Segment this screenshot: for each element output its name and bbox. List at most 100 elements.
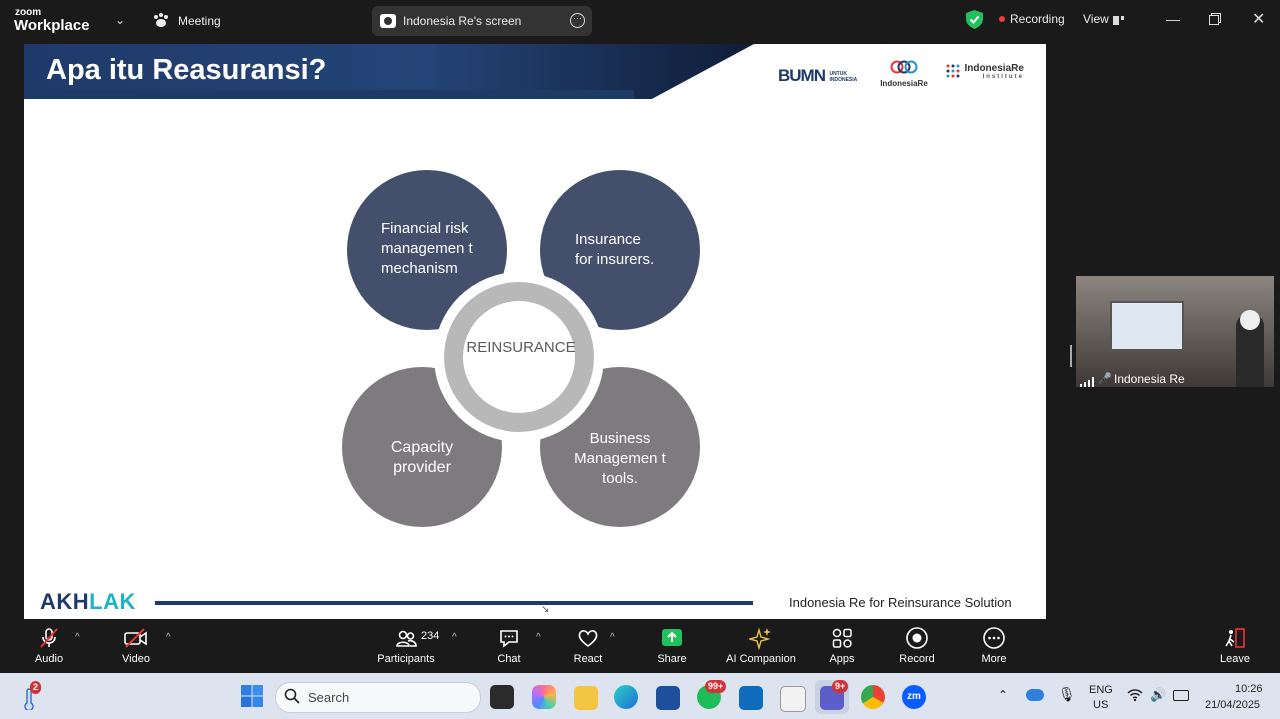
restore-icon[interactable] [1209, 12, 1221, 25]
outlook-icon[interactable] [739, 686, 763, 710]
audio-label: Audio [34, 653, 64, 665]
close-icon[interactable]: ✕ [1252, 9, 1265, 29]
zoom-logo-workplace: Workplace [14, 17, 90, 34]
meeting-toolbar: Audio ^ Video ^ Participants 234 ^ Chat … [0, 620, 1280, 673]
microsoft-store-icon[interactable] [656, 686, 680, 710]
footer-rule [155, 601, 753, 605]
recording-dot-icon [999, 16, 1005, 22]
video-room-screen [1110, 301, 1184, 351]
institute-logo: IndonesiaRe Institute [946, 64, 1024, 82]
react-options-caret-icon[interactable]: ^ [610, 632, 615, 643]
onedrive-icon[interactable] [1026, 689, 1044, 701]
share-screen-icon [650, 626, 694, 652]
heart-icon [566, 626, 610, 652]
bumn-logo: BUMN UNTUK INDONESIA [778, 66, 857, 86]
record-icon [895, 626, 939, 652]
chat-button[interactable]: Chat [489, 626, 529, 665]
apps-label: Apps [829, 653, 855, 665]
meeting-label[interactable]: Meeting [178, 14, 221, 28]
participants-options-caret-icon[interactable]: ^ [452, 632, 457, 643]
meeting-paw-icon [152, 12, 170, 28]
screen-share-icon [380, 14, 396, 28]
audio-options-caret-icon[interactable]: ^ [75, 632, 80, 643]
screen-share-pill[interactable]: Indonesia Re's screen ··· [372, 6, 592, 36]
chevron-down-icon[interactable]: ⌄ [115, 13, 125, 27]
edge-browser-icon[interactable] [614, 685, 638, 709]
chrome-icon[interactable] [861, 685, 885, 709]
whatsapp-icon[interactable]: 99+ [697, 680, 727, 709]
record-label: Record [899, 653, 935, 665]
view-label[interactable]: View [1083, 12, 1109, 26]
task-view-icon[interactable] [490, 685, 514, 709]
petal-capacity-text: Capacity provider [390, 439, 454, 476]
indonesiare-logo-text: IndonesiaRe [880, 79, 928, 88]
chat-label: Chat [497, 653, 521, 665]
notification-count: 2 [30, 681, 42, 694]
participants-count: 234 [421, 630, 440, 642]
elo-app-icon[interactable] [780, 686, 806, 712]
microphone-tray-icon[interactable]: 🎙 [1058, 686, 1076, 703]
taskbar-search-box[interactable]: Search [275, 682, 481, 713]
sparkle-icon [720, 626, 802, 652]
view-layout-icon[interactable] [1113, 13, 1124, 25]
slide-header-underline [24, 90, 634, 99]
security-shield-icon[interactable] [966, 10, 983, 29]
video-label: Video [122, 653, 150, 665]
search-icon [284, 688, 300, 709]
petal-insurance-text: Insurance for insurers. [575, 231, 655, 268]
file-explorer-icon[interactable] [574, 686, 598, 710]
recording-label[interactable]: Recording [1010, 12, 1065, 26]
record-button[interactable]: Record [895, 626, 939, 665]
share-label: Share [657, 653, 687, 665]
wifi-icon[interactable] [1127, 688, 1143, 705]
share-button[interactable]: Share [650, 626, 694, 665]
windows-start-icon[interactable] [240, 684, 264, 708]
tray-overflow-chevron-icon[interactable]: ⌃ [998, 688, 1008, 702]
institute-logo-sub: Institute [982, 74, 1024, 80]
video-button[interactable]: Video [112, 626, 160, 665]
petal-financial-risk-text: Financial risk managemen t mechanism [381, 220, 473, 277]
clock-time[interactable]: 10:26 [1235, 683, 1263, 695]
institute-logo-text: IndonesiaRe [964, 63, 1024, 74]
notification-bell[interactable]: 2 [20, 681, 42, 711]
leave-button[interactable]: Leave [1215, 626, 1255, 665]
screen-share-label: Indonesia Re's screen [403, 14, 522, 28]
participant-video-tile[interactable] [1076, 276, 1274, 387]
battery-icon[interactable] [1173, 690, 1189, 701]
audio-button[interactable]: Audio [26, 626, 72, 665]
more-dots-icon [974, 626, 1014, 652]
institute-dots-icon [946, 64, 960, 78]
apps-button[interactable]: Apps [822, 626, 862, 665]
more-button[interactable]: More [974, 626, 1014, 665]
chat-icon [489, 626, 529, 652]
copilot-icon[interactable] [532, 685, 556, 709]
language-bottom[interactable]: US [1093, 699, 1108, 711]
volume-icon[interactable]: 🔊 [1150, 687, 1166, 703]
chat-options-caret-icon[interactable]: ^ [536, 632, 541, 643]
bumn-logo-text: BUMN [778, 66, 826, 85]
slide-title: Apa itu Reasuransi? [46, 54, 327, 86]
ai-companion-button[interactable]: AI Companion [720, 626, 802, 665]
stopped-video-icon [112, 626, 160, 652]
video-options-caret-icon[interactable]: ^ [166, 632, 171, 643]
teams-icon[interactable]: 9+ [820, 680, 849, 710]
muted-microphone-icon [26, 626, 72, 652]
whatsapp-badge: 99+ [705, 680, 727, 693]
ai-companion-label: AI Companion [726, 653, 796, 665]
minimize-icon[interactable]: — [1166, 11, 1180, 27]
video-person-head [1240, 310, 1260, 330]
language-top[interactable]: ENG [1089, 684, 1113, 696]
windows-taskbar [0, 673, 1280, 719]
zoom-title-bar: zoom Workplace ⌄ Meeting Indonesia Re's … [0, 0, 1280, 42]
indonesiare-rings-icon [890, 60, 918, 74]
more-options-icon[interactable]: ··· [570, 13, 585, 28]
zoom-taskbar-icon[interactable]: zm [902, 685, 926, 709]
center-core [463, 301, 575, 413]
akhlak-logo: AKHLAK [40, 589, 136, 615]
react-button[interactable]: React [566, 626, 610, 665]
search-placeholder: Search [308, 690, 350, 705]
clock-date[interactable]: 21/04/2025 [1205, 699, 1260, 711]
mouse-cursor-icon: ↘ [541, 604, 550, 615]
panel-splitter-handle[interactable] [1070, 345, 1072, 367]
muted-mic-icon: 🎤 [1098, 373, 1112, 385]
